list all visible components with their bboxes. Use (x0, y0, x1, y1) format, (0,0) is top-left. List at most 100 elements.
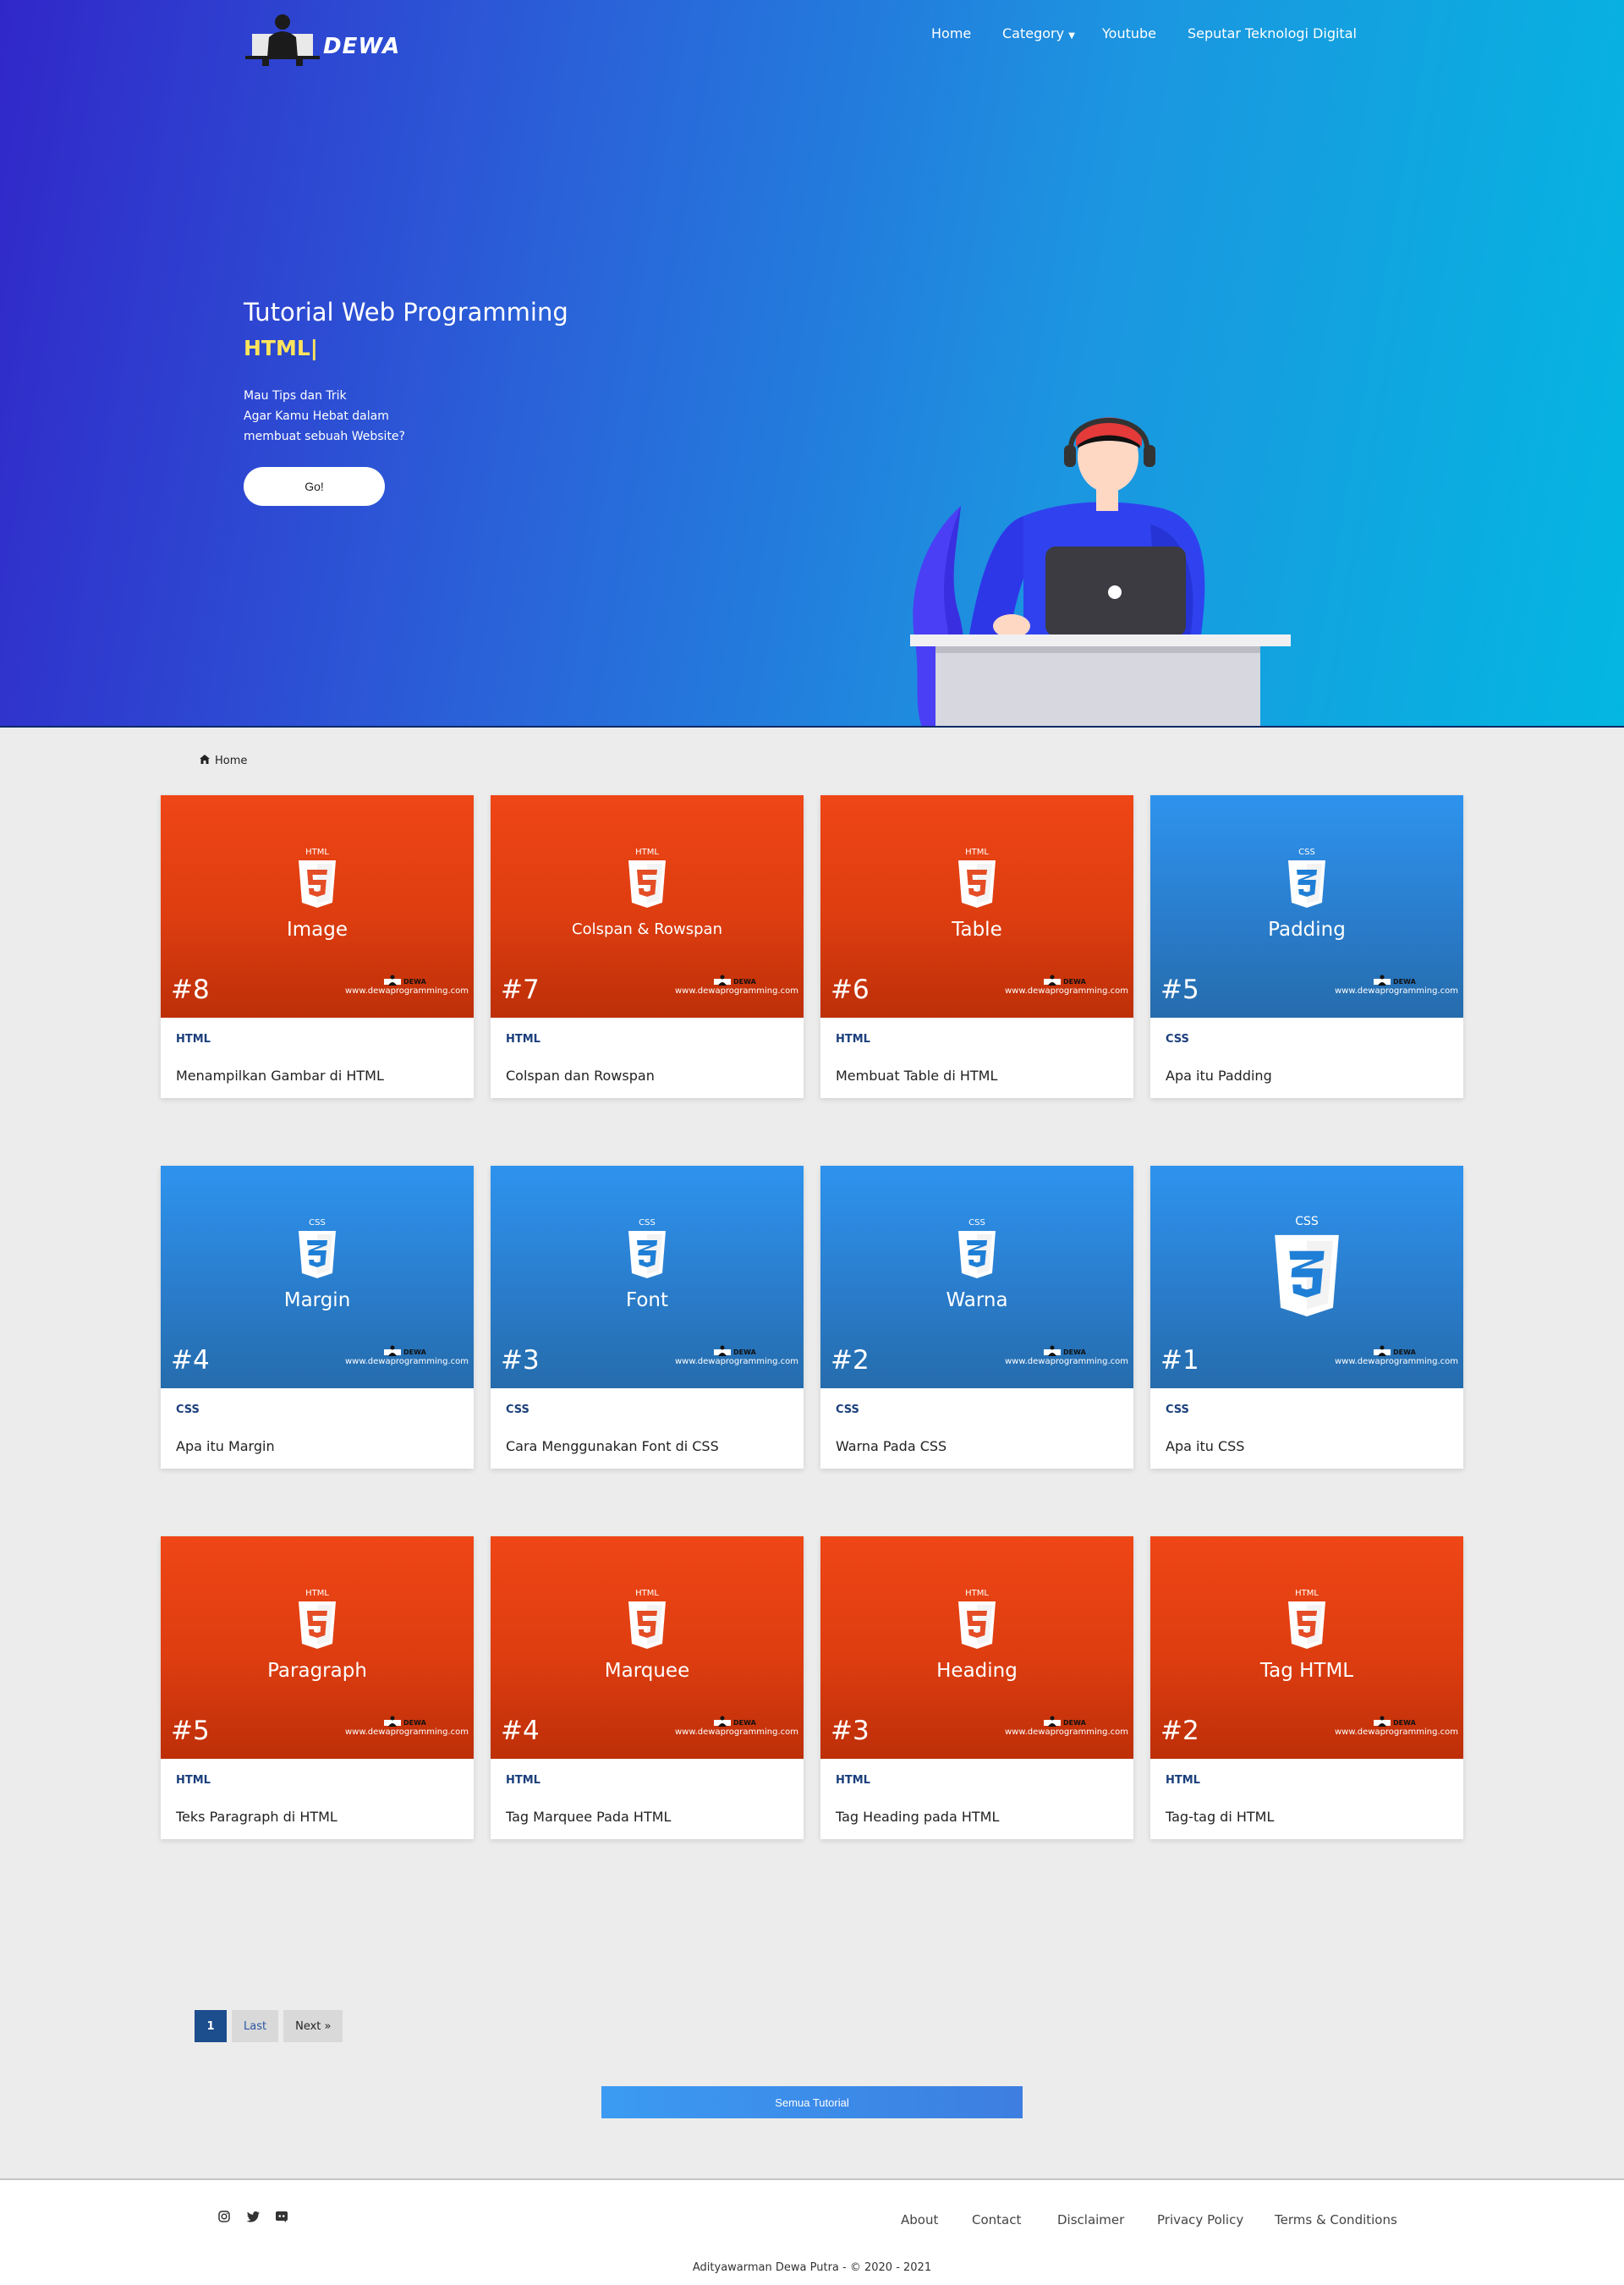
nav-category-label: Category (1002, 25, 1065, 41)
brand-url: www.dewaprogramming.com (1004, 986, 1128, 996)
mini-logo-icon: DEWA (384, 1716, 427, 1727)
hero-desc-line: Mau Tips dan Trik (244, 389, 347, 403)
card-title[interactable]: Apa itu Padding (1166, 1068, 1272, 1084)
card-category[interactable]: HTML (506, 1774, 540, 1787)
thumbnail-title: Heading (936, 1660, 1018, 1682)
card-thumbnail[interactable]: CSS Warna #2 DEWA www.dewaprogramming.com (820, 1166, 1133, 1388)
twitter-icon[interactable] (246, 2210, 261, 2223)
nav-category[interactable]: Category ▼ (1002, 25, 1075, 41)
thumbnail-brand: DEWA www.dewaprogramming.com (316, 1716, 469, 1737)
hero-desc-line: Agar Kamu Hebat dalam (244, 409, 389, 423)
svg-text:DEWA: DEWA (1063, 1719, 1087, 1727)
tutorial-card[interactable]: HTML Heading #3 DEWA www.dewaprogramming.com… (820, 1536, 1133, 1839)
tutorial-number: #4 (171, 1345, 210, 1376)
card-category[interactable]: HTML (176, 1774, 211, 1787)
card-thumbnail[interactable]: HTML Image #8 DEWA www.dewaprogramming.com (161, 795, 474, 1018)
card-category[interactable]: HTML (836, 1033, 870, 1046)
footer-terms[interactable]: Terms & Conditions (1275, 2212, 1397, 2227)
shield-label: CSS (639, 1218, 656, 1228)
card-category[interactable]: CSS (1166, 1033, 1189, 1046)
tutorial-card[interactable]: HTML Colspan & Rowspan #7 DEWA www.dewaprogr… (491, 795, 804, 1098)
tutorial-card[interactable]: HTML Tag HTML #2 DEWA www.dewaprogramming.co… (1150, 1536, 1463, 1839)
all-tutorials-button[interactable]: Semua Tutorial (601, 2086, 1023, 2118)
card-title[interactable]: Cara Menggunakan Font di CSS (506, 1438, 719, 1454)
brand-url: www.dewaprogramming.com (674, 986, 798, 996)
card-title[interactable]: Apa itu Margin (176, 1438, 275, 1454)
thumbnail-title: Font (625, 1289, 669, 1311)
svg-text:DEWA: DEWA (733, 978, 757, 986)
card-thumbnail[interactable]: HTML Tag HTML #2 DEWA www.dewaprogramming.co… (1150, 1536, 1463, 1759)
card-thumbnail[interactable]: HTML Colspan & Rowspan #7 DEWA www.dewaprogr… (491, 795, 804, 1018)
brand-url: www.dewaprogramming.com (344, 986, 469, 996)
thumbnail-title: Colspan & Rowspan (572, 920, 722, 938)
tutorial-card[interactable]: CSS #1 DEWA www.dewaprogramming.com CSS Apa i… (1150, 1166, 1463, 1469)
card-category[interactable]: CSS (836, 1403, 859, 1416)
card-title[interactable]: Colspan dan Rowspan (506, 1068, 655, 1084)
card-title[interactable]: Teks Paragraph di HTML (176, 1809, 337, 1825)
footer-privacy-policy[interactable]: Privacy Policy (1157, 2212, 1243, 2227)
card-thumbnail[interactable]: HTML Table #6 DEWA www.dewaprogramming.com (820, 795, 1133, 1018)
footer-about[interactable]: About (901, 2212, 938, 2227)
card-thumbnail[interactable]: CSS Margin #4 DEWA www.dewaprogramming.com (161, 1166, 474, 1388)
hero-divider (0, 726, 1624, 728)
card-category[interactable]: HTML (836, 1774, 870, 1787)
card-category[interactable]: CSS (1166, 1403, 1189, 1416)
mini-logo-icon: DEWA (1044, 1716, 1087, 1727)
css3-logo-icon (1275, 1234, 1339, 1317)
card-thumbnail[interactable]: CSS Padding #5 DEWA www.dewaprogramming.com (1150, 795, 1463, 1018)
last-page-button[interactable]: Last (232, 2010, 279, 2042)
tutorial-card[interactable]: CSS Padding #5 DEWA www.dewaprogramming.com C… (1150, 795, 1463, 1098)
site-logo[interactable]: DEWA (245, 12, 400, 66)
nav-seputar-teknologi[interactable]: Seputar Teknologi Digital (1188, 25, 1357, 41)
card-thumbnail[interactable]: HTML Paragraph #5 DEWA www.dewaprogramming.c… (161, 1536, 474, 1759)
tutorial-card[interactable]: CSS Font #3 DEWA www.dewaprogramming.com CSS C… (491, 1166, 804, 1469)
footer-contact[interactable]: Contact (972, 2212, 1021, 2227)
thumbnail-title: Warna (946, 1289, 1008, 1311)
discord-icon[interactable] (276, 2210, 289, 2223)
page-1-button[interactable]: 1 (195, 2010, 227, 2042)
tutorial-card[interactable]: CSS Margin #4 DEWA www.dewaprogramming.com CS… (161, 1166, 474, 1469)
instagram-icon[interactable] (218, 2210, 232, 2223)
card-category[interactable]: HTML (176, 1033, 211, 1046)
brand-url: www.dewaprogramming.com (1334, 1727, 1458, 1737)
html5-logo-icon (299, 860, 336, 908)
tutorial-number: #2 (831, 1345, 870, 1376)
thumbnail-brand: DEWA www.dewaprogramming.com (1306, 1345, 1458, 1366)
tutorial-card[interactable]: HTML Paragraph #5 DEWA www.dewaprogramming.c… (161, 1536, 474, 1839)
tutorial-card[interactable]: CSS Warna #2 DEWA www.dewaprogramming.com CSS… (820, 1166, 1133, 1469)
card-title[interactable]: Warna Pada CSS (836, 1438, 946, 1454)
mini-logo-icon: DEWA (714, 975, 757, 986)
card-thumbnail[interactable]: HTML Heading #3 DEWA www.dewaprogramming.com (820, 1536, 1133, 1759)
thumbnail-brand: DEWA www.dewaprogramming.com (976, 1716, 1128, 1737)
hero-title: Tutorial Web Programming (244, 298, 568, 327)
thumbnail-brand: DEWA www.dewaprogramming.com (646, 975, 798, 996)
card-title[interactable]: Tag Heading pada HTML (836, 1809, 999, 1825)
tutorial-number: #7 (501, 975, 540, 1005)
card-thumbnail[interactable]: CSS Font #3 DEWA www.dewaprogramming.com (491, 1166, 804, 1388)
shield-label: CSS (1298, 848, 1315, 857)
tutorial-card[interactable]: HTML Marquee #4 DEWA www.dewaprogramming.com… (491, 1536, 804, 1839)
tutorial-number: #3 (501, 1345, 540, 1376)
nav-home[interactable]: Home (931, 25, 971, 41)
card-category[interactable]: CSS (176, 1403, 200, 1416)
card-category[interactable]: CSS (506, 1403, 529, 1416)
card-title[interactable]: Membuat Table di HTML (836, 1068, 997, 1084)
card-title[interactable]: Apa itu CSS (1166, 1438, 1244, 1454)
tutorial-card[interactable]: HTML Image #8 DEWA www.dewaprogramming.com HT… (161, 795, 474, 1098)
tutorial-card[interactable]: HTML Table #6 DEWA www.dewaprogramming.com HT… (820, 795, 1133, 1098)
breadcrumb-home[interactable]: Home (215, 755, 247, 767)
card-category[interactable]: HTML (1166, 1774, 1200, 1787)
go-button[interactable]: Go! (244, 467, 385, 506)
footer-disclaimer[interactable]: Disclaimer (1057, 2212, 1124, 2227)
tutorial-number: #3 (831, 1716, 870, 1746)
card-title[interactable]: Tag-tag di HTML (1166, 1809, 1274, 1825)
card-title[interactable]: Menampilkan Gambar di HTML (176, 1068, 384, 1084)
card-thumbnail[interactable]: CSS #1 DEWA www.dewaprogramming.com (1150, 1166, 1463, 1388)
brand-url: www.dewaprogramming.com (344, 1357, 469, 1366)
html5-logo-icon (1288, 1601, 1325, 1649)
nav-youtube[interactable]: Youtube (1102, 25, 1156, 41)
card-thumbnail[interactable]: HTML Marquee #4 DEWA www.dewaprogramming.com (491, 1536, 804, 1759)
card-title[interactable]: Tag Marquee Pada HTML (506, 1809, 671, 1825)
card-category[interactable]: HTML (506, 1033, 540, 1046)
next-page-button[interactable]: Next » (283, 2010, 343, 2042)
